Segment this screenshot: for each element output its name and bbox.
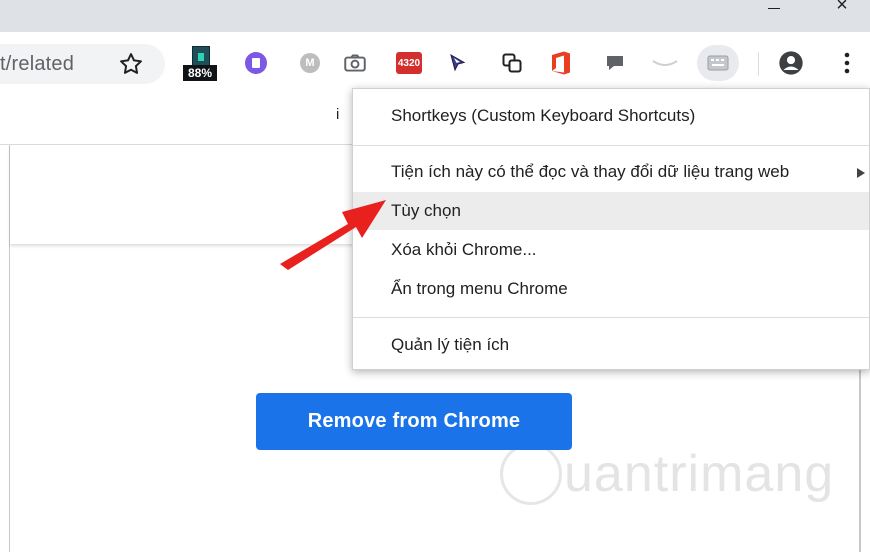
menu-separator — [353, 145, 869, 146]
menu-item-label: Tiện ích này có thể đọc và thay đổi dữ l… — [391, 162, 790, 181]
menu-item-label: Tùy chọn — [391, 201, 461, 220]
counter-extension[interactable]: 4320 — [394, 48, 424, 78]
toolbar-separator — [758, 52, 759, 76]
address-url: t/related — [0, 53, 75, 75]
copy-icon — [502, 53, 522, 73]
battery-percent-label: 88% — [183, 65, 217, 81]
menu-item-hide[interactable]: Ẩn trong menu Chrome — [353, 270, 869, 308]
shortkeys-extension[interactable] — [697, 45, 739, 81]
menu-item-extension-name[interactable]: Shortkeys (Custom Keyboard Shortcuts) — [353, 97, 869, 135]
browser-toolbar: t/related 88% M 4320 — [0, 32, 870, 96]
minimize-icon — [768, 0, 780, 9]
menu-item-label: Shortkeys (Custom Keyboard Shortcuts) — [391, 106, 696, 125]
close-button[interactable]: × — [820, 0, 864, 14]
menu-item-site-access[interactable]: Tiện ích này có thể đọc và thay đổi dữ l… — [353, 153, 869, 191]
purple-extension[interactable] — [241, 48, 271, 78]
purple-circle-icon — [245, 52, 267, 74]
grey-circle-icon: M — [300, 53, 320, 73]
more-vert-icon — [844, 52, 850, 74]
extension-context-menu: Shortkeys (Custom Keyboard Shortcuts) Ti… — [352, 88, 870, 370]
keyboard-icon — [707, 55, 729, 71]
chrome-menu-button[interactable] — [832, 48, 862, 78]
obscured-text: i — [336, 106, 340, 123]
menu-item-label: Xóa khỏi Chrome... — [391, 240, 537, 259]
menu-item-label: Quản lý tiện ích — [391, 335, 510, 354]
office-extension[interactable] — [546, 48, 576, 78]
comment-icon — [607, 56, 623, 70]
copy-extension[interactable] — [497, 48, 527, 78]
menu-item-options[interactable]: Tùy chọn — [353, 192, 869, 230]
title-bar: × — [0, 0, 870, 32]
menu-item-remove[interactable]: Xóa khỏi Chrome... — [353, 231, 869, 269]
hidden-extension[interactable] — [650, 48, 680, 78]
minimize-button[interactable] — [752, 0, 796, 14]
cursor-extension[interactable] — [442, 48, 472, 78]
camera-icon — [344, 54, 366, 72]
office-icon — [552, 51, 570, 75]
menu-item-label: Ẩn trong menu Chrome — [391, 279, 568, 298]
menu-separator — [353, 317, 869, 318]
grey-extension[interactable]: M — [295, 48, 325, 78]
menu-item-manage-extensions[interactable]: Quản lý tiện ích — [353, 326, 869, 364]
profile-icon — [779, 51, 803, 75]
close-icon: × — [836, 0, 848, 14]
hidden-extension-icon — [652, 60, 678, 66]
comment-extension[interactable] — [600, 48, 630, 78]
counter-badge: 4320 — [396, 52, 422, 74]
address-bar[interactable]: t/related — [0, 44, 165, 84]
annotation-arrow-icon — [280, 200, 386, 270]
star-icon[interactable] — [117, 50, 145, 78]
screenshot-extension[interactable] — [340, 48, 370, 78]
cursor-icon — [450, 53, 466, 72]
watermark-text: uantrimang — [564, 445, 835, 503]
battery-extension[interactable]: 88% — [183, 46, 217, 82]
remove-from-chrome-button[interactable]: Remove from Chrome — [256, 393, 572, 450]
profile-button[interactable] — [776, 48, 806, 78]
submenu-arrow-icon — [857, 168, 865, 178]
